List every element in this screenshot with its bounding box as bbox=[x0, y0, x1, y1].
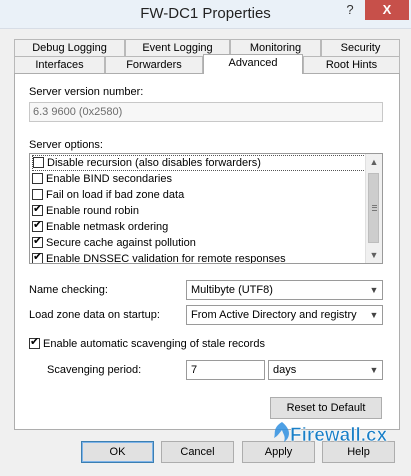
name-checking-label: Name checking: bbox=[29, 284, 108, 296]
server-options-list[interactable]: Disable recursion (also disables forward… bbox=[29, 153, 383, 264]
server-options-label: Server options: bbox=[29, 139, 103, 151]
scroll-down-icon[interactable]: ▼ bbox=[366, 247, 382, 263]
watermark-logo: Firewall.cx bbox=[274, 422, 388, 446]
name-checking-select[interactable]: Multibyte (UTF8) ▼ bbox=[186, 280, 383, 300]
cancel-button[interactable]: Cancel bbox=[161, 441, 234, 463]
checkbox[interactable] bbox=[32, 219, 43, 232]
scavenging-period-input[interactable]: 7 bbox=[186, 360, 265, 380]
scroll-up-icon[interactable]: ▲ bbox=[366, 154, 382, 170]
scavenging-checkbox-label: Enable automatic scavenging of stale rec… bbox=[43, 338, 265, 350]
option-label: Enable round robin bbox=[46, 205, 139, 217]
grip-line bbox=[372, 207, 377, 208]
option-fail-on-load[interactable]: Fail on load if bad zone data bbox=[32, 187, 184, 203]
server-version-label: Server version number: bbox=[29, 86, 144, 98]
tab-root-hints[interactable]: Root Hints bbox=[303, 56, 400, 73]
option-round-robin[interactable]: Enable round robin bbox=[32, 203, 139, 219]
title-bar: FW-DC1 Properties ? X bbox=[0, 0, 411, 29]
option-label: Enable BIND secondaries bbox=[46, 173, 172, 185]
option-netmask-ordering[interactable]: Enable netmask ordering bbox=[32, 219, 168, 235]
option-disable-recursion[interactable]: Disable recursion (also disables forward… bbox=[32, 155, 366, 171]
option-dnssec-validation[interactable]: Enable DNSSEC validation for remote resp… bbox=[32, 251, 286, 264]
option-label: Enable netmask ordering bbox=[46, 221, 169, 233]
options-scrollbar[interactable]: ▲ ▼ bbox=[365, 154, 382, 263]
load-zone-select[interactable]: From Active Directory and registry ▼ bbox=[186, 305, 383, 325]
tab-security[interactable]: Security bbox=[321, 39, 400, 56]
option-secure-cache[interactable]: Secure cache against pollution bbox=[32, 235, 196, 251]
scavenging-unit-value: days bbox=[273, 364, 297, 376]
tab-row-2: Interfaces Forwarders Advanced Root Hint… bbox=[14, 54, 400, 74]
name-checking-value: Multibyte (UTF8) bbox=[191, 284, 273, 296]
tab-interfaces[interactable]: Interfaces bbox=[14, 56, 105, 73]
help-title-button[interactable]: ? bbox=[337, 0, 363, 20]
checkbox[interactable] bbox=[32, 173, 43, 184]
chevron-down-icon: ▼ bbox=[369, 285, 379, 295]
ok-button[interactable]: OK bbox=[81, 441, 154, 463]
option-label: Disable recursion (also disables forward… bbox=[47, 157, 261, 169]
tab-forwarders[interactable]: Forwarders bbox=[105, 56, 203, 73]
chevron-down-icon: ▼ bbox=[369, 310, 379, 320]
tab-debug-logging[interactable]: Debug Logging bbox=[14, 39, 125, 56]
scavenging-unit-select[interactable]: days ▼ bbox=[268, 360, 383, 380]
chevron-down-icon: ▼ bbox=[369, 365, 379, 375]
option-label: Fail on load if bad zone data bbox=[46, 189, 185, 201]
scroll-thumb[interactable] bbox=[368, 173, 379, 243]
option-label: Enable DNSSEC validation for remote resp… bbox=[46, 253, 286, 264]
tab-advanced[interactable]: Advanced bbox=[203, 54, 303, 74]
checkbox[interactable] bbox=[32, 235, 43, 248]
checkbox[interactable] bbox=[32, 203, 43, 216]
checkbox[interactable] bbox=[32, 189, 43, 200]
scavenging-checkbox[interactable] bbox=[29, 336, 40, 349]
grip-icon bbox=[372, 205, 377, 211]
option-enable-bind-secondaries[interactable]: Enable BIND secondaries bbox=[32, 171, 172, 187]
option-label: Secure cache against pollution bbox=[46, 237, 196, 249]
load-zone-label: Load zone data on startup: bbox=[29, 309, 160, 321]
server-version-field: 6.3 9600 (0x2580) bbox=[29, 102, 383, 122]
checkbox[interactable] bbox=[32, 251, 43, 263]
scavenging-period-label: Scavenging period: bbox=[47, 364, 142, 376]
close-button[interactable]: X bbox=[365, 0, 409, 20]
load-zone-value: From Active Directory and registry bbox=[191, 309, 357, 321]
watermark-text: Firewall.cx bbox=[290, 425, 388, 446]
scavenging-checkbox-row[interactable]: Enable automatic scavenging of stale rec… bbox=[29, 336, 265, 352]
reset-to-default-button[interactable]: Reset to Default bbox=[270, 397, 382, 419]
checkbox[interactable] bbox=[33, 157, 44, 168]
firewall-cx-watermark: Firewall.cx bbox=[268, 420, 408, 448]
